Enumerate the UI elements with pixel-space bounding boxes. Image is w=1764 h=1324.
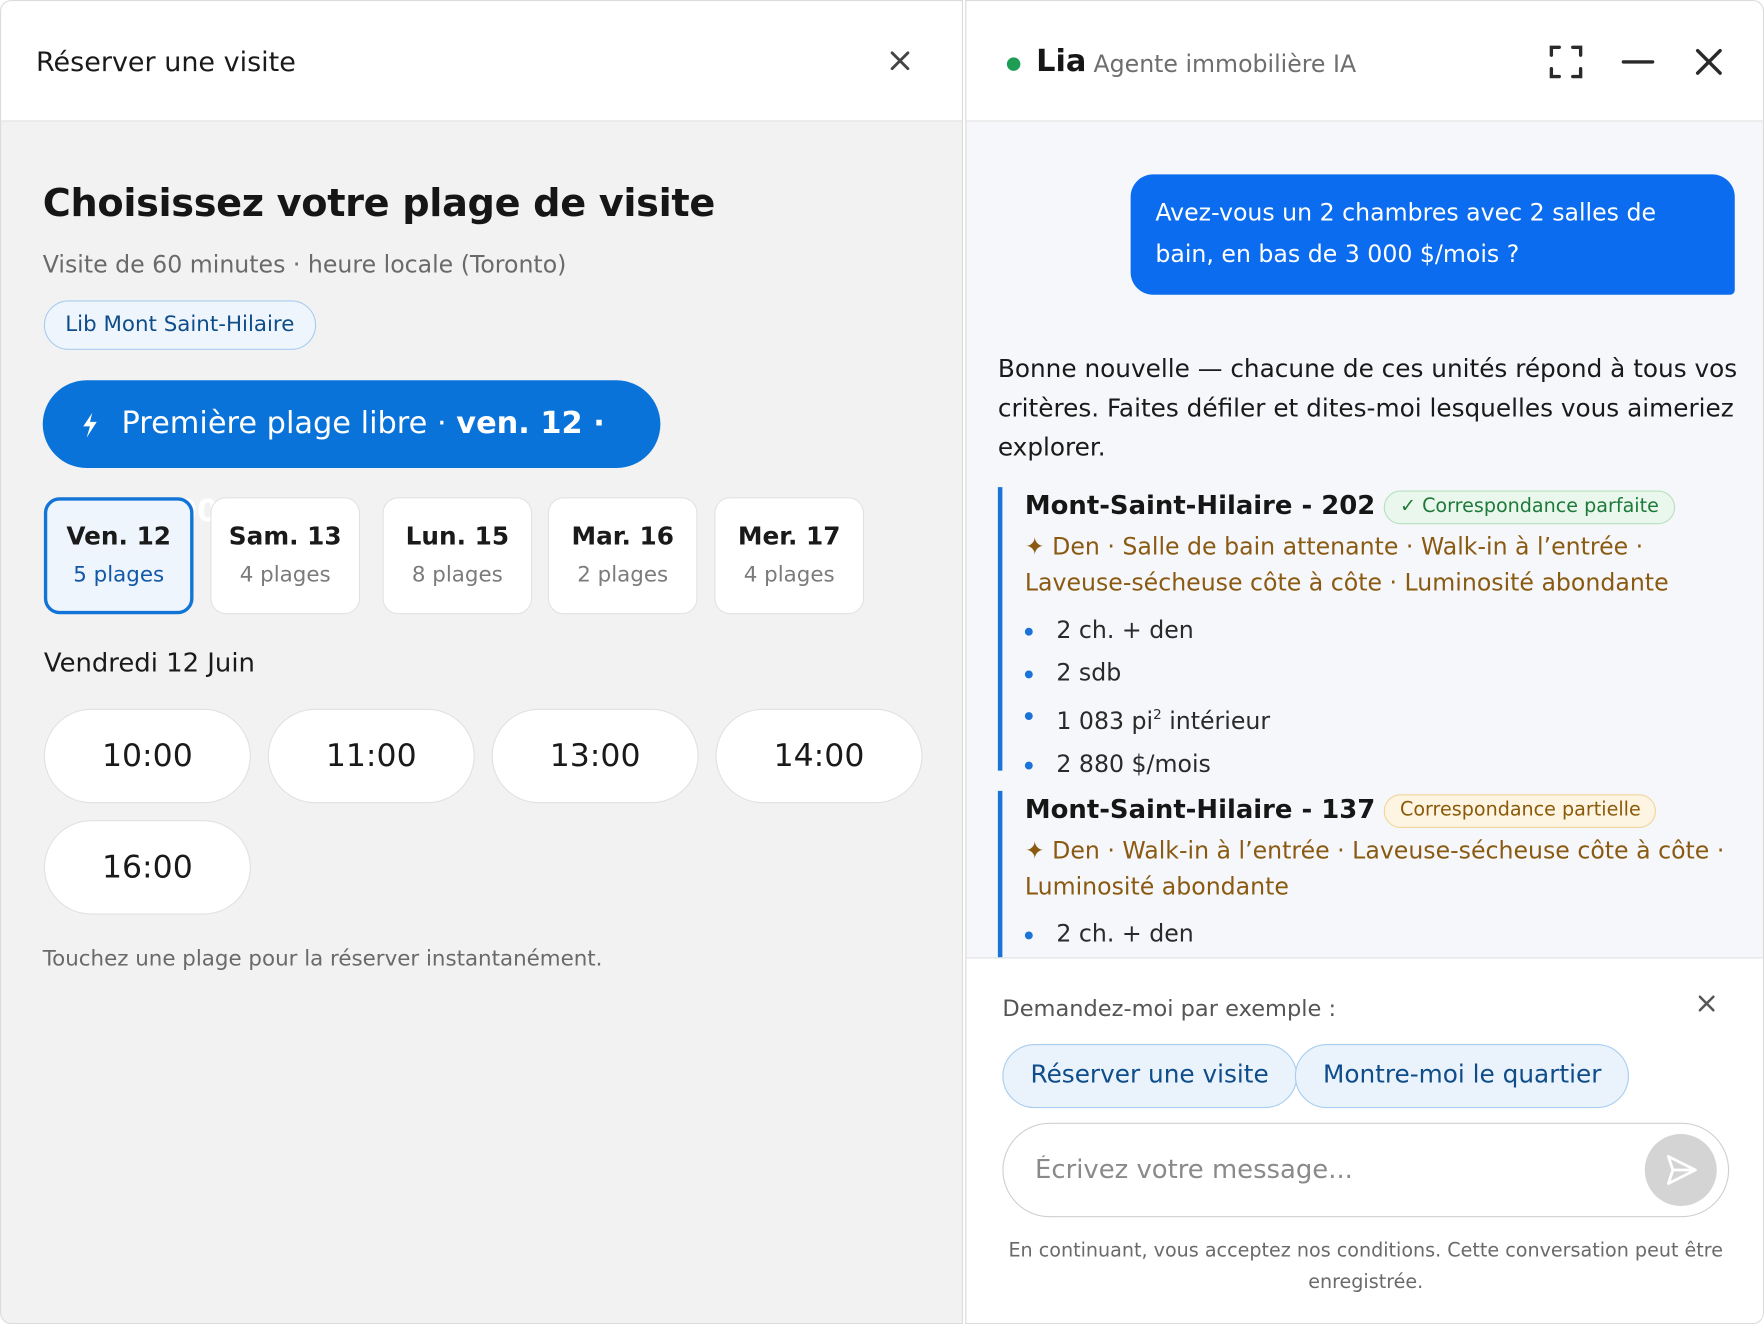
day-tab-mer-17[interactable]: Mer. 17 4 plages xyxy=(714,497,864,615)
match-badge: Correspondance partielle xyxy=(1384,794,1657,828)
spec-bedrooms: 2 ch. + den xyxy=(1024,914,1741,956)
chat-header: Lia Agente immobilière IA xyxy=(966,1,1763,122)
time-slot-button[interactable]: 13:00 xyxy=(491,708,699,804)
booking-header: Réserver une visite xyxy=(1,1,962,122)
online-status-dot xyxy=(1006,57,1021,71)
day-slot-count: 4 plages xyxy=(743,562,835,588)
day-tab-ven-12[interactable]: Ven. 12 5 plages xyxy=(43,497,194,615)
listing-features: ✦ Den · Salle de bain attenante · Walk-i… xyxy=(1024,533,1669,597)
spec-bedrooms: 2 ch. + den xyxy=(1024,610,1741,652)
match-badge: ✓ Correspondance parfaite xyxy=(1384,490,1675,525)
spec-area: 1 083 pi2 intérieur xyxy=(1024,694,1741,743)
spec-bathrooms: 2 sdb xyxy=(1024,652,1741,694)
lightning-icon xyxy=(79,380,102,503)
day-slot-count: 5 plages xyxy=(73,562,165,588)
listing-features: ✦ Den · Walk-in à l’entrée · Laveuse-séc… xyxy=(1024,837,1725,900)
day-label: Ven. 12 xyxy=(66,523,172,552)
area-value: 1 083 pi xyxy=(1056,707,1154,735)
day-slot-count: 2 plages xyxy=(577,562,669,588)
minimize-icon xyxy=(1621,60,1655,64)
time-slot-button[interactable]: 10:00 xyxy=(43,708,251,804)
expand-button[interactable] xyxy=(1548,44,1584,80)
agent-role: Agente immobilière IA xyxy=(1093,50,1357,78)
booking-close-button[interactable] xyxy=(883,44,917,78)
time-slot-button[interactable]: 16:00 xyxy=(43,820,251,915)
close-icon xyxy=(1698,995,1715,1012)
listing-name: Mont-Saint-Hilaire - 137 xyxy=(1024,795,1376,825)
visit-duration-text: Visite de 60 minutes · heure locale (Tor… xyxy=(42,250,567,278)
day-slot-count: 4 plages xyxy=(239,562,331,588)
expand-icon xyxy=(1549,45,1583,79)
suggestions-close-button[interactable] xyxy=(1695,990,1718,1022)
chat-messages[interactable]: Avez-vous un 2 chambres avec 2 salles de… xyxy=(966,123,1763,958)
user-message: Avez-vous un 2 chambres avec 2 salles de… xyxy=(1130,174,1735,295)
area-qualifier: intérieur xyxy=(1169,707,1271,735)
agent-name: Lia xyxy=(1036,43,1087,79)
spec-rent: 2 880 $/mois xyxy=(1024,743,1741,785)
send-icon xyxy=(1666,1155,1697,1185)
close-icon xyxy=(890,51,910,71)
booking-title: Réserver une visite xyxy=(36,46,296,78)
send-button[interactable] xyxy=(1644,1134,1717,1206)
selected-date-heading: Vendredi 12 Juin xyxy=(43,649,255,679)
listing-specs: 2 ch. + den 2 sdb 1 083 pi2 intérieur 2 … xyxy=(1024,610,1741,786)
app-window: Réserver une visite Choisissez votre pla… xyxy=(0,0,1764,1324)
day-label: Mer. 17 xyxy=(737,523,841,552)
close-icon xyxy=(1695,48,1722,75)
first-available-slot-button[interactable]: Première plage libre · ven. 12 · 10:00 xyxy=(42,380,661,529)
listing-card[interactable]: Mont-Saint-Hilaire - 137 Correspondance p… xyxy=(997,790,1741,958)
time-slot-button[interactable]: 11:00 xyxy=(267,708,475,804)
listing-specs: 2 ch. + den xyxy=(1024,914,1741,956)
day-label: Mar. 16 xyxy=(571,523,674,552)
message-input[interactable] xyxy=(1035,1146,1620,1194)
listing-title: Mont-Saint-Hilaire - 137 Correspondance p… xyxy=(1025,791,1741,829)
suggestion-chip-neighborhood[interactable]: Montre-moi le quartier xyxy=(1294,1044,1630,1109)
chat-close-button[interactable] xyxy=(1691,44,1727,80)
chat-panel: Lia Agente immobilière IA Avez-vous un 2… xyxy=(965,0,1764,1324)
time-slot-button[interactable]: 14:00 xyxy=(715,708,923,804)
message-input-container xyxy=(1002,1122,1730,1218)
legal-notice: En continuant, vous acceptez nos conditi… xyxy=(1008,1239,1724,1294)
booking-panel: Réserver une visite Choisissez votre pla… xyxy=(0,0,963,1324)
page-title: Choisissez votre plage de visite xyxy=(42,181,716,227)
day-tab-sam-13[interactable]: Sam. 13 4 plages xyxy=(210,497,360,615)
listing-title: Mont-Saint-Hilaire - 202 ✓ Correspondance… xyxy=(1025,487,1741,525)
app-content: Réserver une visite Choisissez votre pla… xyxy=(0,0,1764,1324)
location-tag: Lib Mont Saint-Hilaire xyxy=(43,300,316,350)
assistant-message: Bonne nouvelle — chacune de ces unités r… xyxy=(997,355,1738,463)
suggestion-chip-book-visit[interactable]: Réserver une visite xyxy=(1002,1044,1297,1109)
listing-card[interactable]: Mont-Saint-Hilaire - 202 ✓ Correspondance… xyxy=(997,487,1741,777)
day-tab-lun-15[interactable]: Lun. 15 8 plages xyxy=(382,497,533,615)
day-tab-mar-16[interactable]: Mar. 16 2 plages xyxy=(547,497,698,615)
chat-composer: Demandez-moi par exemple : Réserver une … xyxy=(966,957,1763,1323)
day-label: Sam. 13 xyxy=(228,523,342,552)
first-slot-prefix: Première plage libre · xyxy=(121,406,457,441)
booking-hint: Touchez une plage pour la réserver insta… xyxy=(42,946,603,971)
day-slot-count: 8 plages xyxy=(411,562,503,588)
day-label: Lun. 15 xyxy=(405,523,510,552)
minimize-button[interactable] xyxy=(1620,44,1656,80)
suggestions-label: Demandez-moi par exemple : xyxy=(1002,994,1337,1022)
listing-name: Mont-Saint-Hilaire - 202 xyxy=(1024,491,1376,521)
area-exponent: 2 xyxy=(1153,706,1162,723)
